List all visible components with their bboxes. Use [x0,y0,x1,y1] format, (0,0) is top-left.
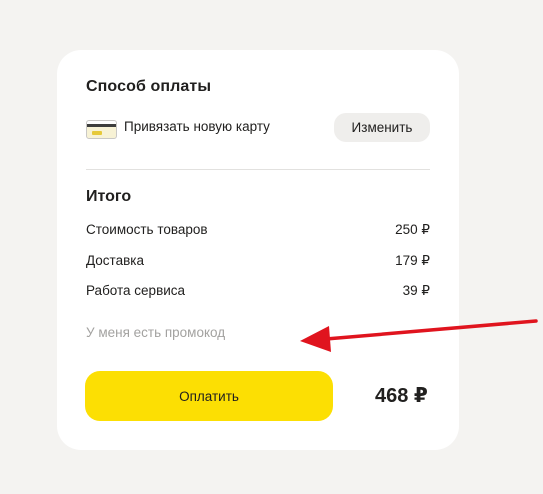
checkout-card: Способ оплаты Привязать новую карту Изме… [57,50,459,450]
total-amount: 468 ₽ [375,385,428,407]
summary-line-label: Работа сервиса [86,283,186,298]
summary-line-label: Доставка [86,253,144,268]
summary-line-value: 250 ₽ [395,222,430,237]
payment-method-title: Способ оплаты [86,78,212,95]
summary-line-delivery: Доставка 179 ₽ [86,253,430,271]
summary-line-label: Стоимость товаров [86,222,208,237]
summary-line-value: 179 ₽ [395,253,430,268]
change-payment-button[interactable]: Изменить [334,113,430,142]
payment-method-row: Привязать новую карту Изменить [86,113,430,142]
summary-line-value: 39 ₽ [402,283,430,298]
pay-button[interactable]: Оплатить [85,371,333,421]
bank-card-icon [86,120,117,139]
divider [86,169,430,170]
summary-title: Итого [86,188,132,205]
promo-code-link[interactable]: У меня есть промокод [86,325,225,340]
summary-line-service: Работа сервиса 39 ₽ [86,283,430,301]
link-new-card[interactable]: Привязать новую карту [124,119,270,134]
summary-line-goods: Стоимость товаров 250 ₽ [86,222,430,240]
